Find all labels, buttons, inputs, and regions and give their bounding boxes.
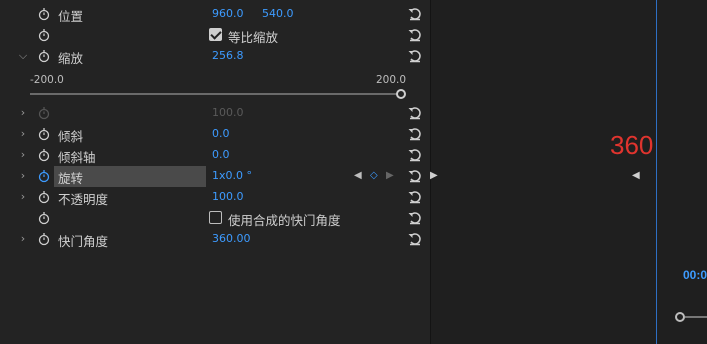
reset-icon[interactable] — [407, 231, 423, 247]
reset-icon[interactable] — [407, 168, 423, 184]
property-row-scale: ⌵ 缩放 256.8 — [0, 46, 430, 67]
prev-keyframe-icon[interactable]: ◀ — [354, 170, 362, 181]
scale-value[interactable]: 256.8 — [212, 49, 244, 62]
annotation-text: 360 — [610, 130, 654, 160]
keyframe-nav-arrow-icon[interactable]: ▶ — [430, 170, 438, 181]
opacity-label: 不透明度 — [58, 192, 109, 207]
chevron-right-icon[interactable]: › — [18, 233, 28, 245]
chevron-right-icon[interactable]: › — [18, 149, 28, 161]
reset-icon[interactable] — [407, 6, 423, 22]
effect-controls-panel: 位置 960.0 540.0 等比缩放 ⌵ 缩放 256.8 -200.0 20… — [0, 0, 430, 344]
property-row-opacity: › 不透明度 100.0 — [0, 187, 430, 208]
stopwatch-icon[interactable] — [38, 7, 50, 21]
opacity-value[interactable]: 100.0 — [212, 190, 244, 203]
chevron-right-icon[interactable]: › — [18, 107, 28, 119]
stopwatch-icon — [38, 106, 50, 120]
stopwatch-icon[interactable] — [38, 148, 50, 162]
shutter-angle-label: 快门角度 — [58, 234, 109, 249]
skew-label: 倾斜 — [58, 129, 84, 144]
property-row-uniform-scale: 等比缩放 — [0, 25, 430, 46]
position-x-value[interactable]: 960.0 — [212, 7, 244, 20]
property-row-rotation: › 旋转 1x0.0 ° ◀ ◇ ▶ — [0, 166, 430, 187]
property-row-disabled: › 100.0 — [0, 103, 430, 124]
skew-axis-value[interactable]: 0.0 — [212, 148, 230, 161]
shutter-angle-value[interactable]: 360.00 — [212, 232, 251, 245]
playhead-line[interactable] — [656, 0, 657, 344]
slider-max-label: 200.0 — [376, 74, 407, 86]
scale-label: 缩放 — [58, 51, 84, 66]
stopwatch-icon[interactable] — [38, 190, 50, 204]
timeline-area[interactable] — [430, 0, 707, 344]
stopwatch-icon[interactable] — [38, 127, 50, 141]
zoom-scroll-handle[interactable] — [675, 312, 685, 322]
reset-icon[interactable] — [407, 210, 423, 226]
position-label: 位置 — [58, 9, 84, 24]
stopwatch-icon[interactable] — [38, 28, 50, 42]
property-row-position: 位置 960.0 540.0 — [0, 4, 430, 25]
property-row-shutter-angle: › 快门角度 360.00 — [0, 229, 430, 250]
reset-icon[interactable] — [407, 48, 423, 64]
reset-icon[interactable] — [407, 105, 423, 121]
stopwatch-active-icon[interactable] — [38, 169, 50, 183]
uniform-scale-label: 等比缩放 — [228, 30, 279, 45]
skew-value[interactable]: 0.0 — [212, 127, 230, 140]
position-y-value[interactable]: 540.0 — [262, 7, 294, 20]
skew-axis-label: 倾斜轴 — [58, 150, 96, 165]
stopwatch-icon[interactable] — [38, 232, 50, 246]
chevron-down-icon[interactable]: ⌵ — [18, 50, 28, 62]
stopwatch-icon[interactable] — [38, 211, 50, 225]
timecode[interactable]: 00:0 — [683, 268, 707, 282]
stopwatch-icon[interactable] — [38, 49, 50, 63]
scale-slider-track[interactable] — [30, 93, 400, 95]
keyframe-diamond-icon[interactable]: ◇ — [370, 170, 378, 181]
rotation-value[interactable]: 1x0.0 ° — [212, 169, 252, 182]
reset-icon[interactable] — [407, 189, 423, 205]
use-comp-shutter-label: 使用合成的快门角度 — [228, 213, 341, 228]
chevron-right-icon[interactable]: › — [18, 128, 28, 140]
rotation-label: 旋转 — [58, 171, 84, 186]
use-comp-shutter-checkbox[interactable] — [209, 211, 222, 224]
zoom-scroll-track[interactable] — [685, 316, 707, 318]
keyframe-marker-icon[interactable]: ◀ — [632, 170, 640, 181]
property-row-use-comp-shutter: 使用合成的快门角度 — [0, 208, 430, 229]
reset-icon[interactable] — [407, 147, 423, 163]
property-row-skew-axis: › 倾斜轴 0.0 — [0, 145, 430, 166]
chevron-right-icon[interactable]: › — [18, 191, 28, 203]
slider-min-label: -200.0 — [30, 74, 64, 86]
scale-slider-handle[interactable] — [396, 89, 406, 99]
disabled-value: 100.0 — [212, 106, 244, 119]
next-keyframe-icon[interactable]: ▶ — [386, 170, 394, 181]
chevron-right-icon[interactable]: › — [18, 170, 28, 182]
property-row-skew: › 倾斜 0.0 — [0, 124, 430, 145]
reset-icon[interactable] — [407, 126, 423, 142]
reset-icon[interactable] — [407, 27, 423, 43]
uniform-scale-checkbox[interactable] — [209, 28, 222, 41]
